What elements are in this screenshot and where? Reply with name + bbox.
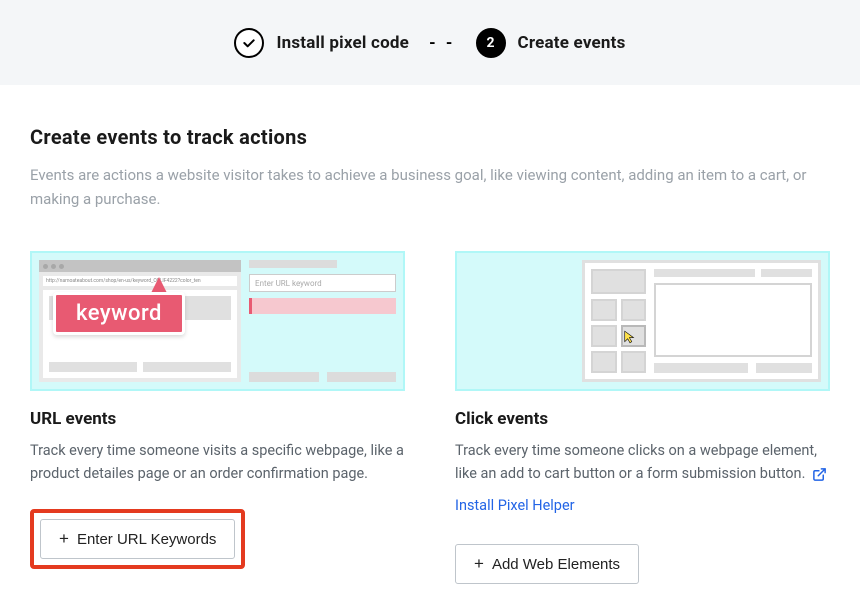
- step-number-icon: 2: [476, 28, 506, 58]
- button-label: Enter URL Keywords: [77, 531, 217, 548]
- external-link-icon[interactable]: [812, 467, 827, 482]
- click-events-title: Click events: [455, 409, 830, 429]
- plus-icon: +: [474, 554, 484, 574]
- step-label: Create events: [518, 33, 626, 53]
- url-events-illustration: http://namoateabout.com/shop/en-us/keywo…: [30, 251, 405, 391]
- click-events-card: Click events Track every time someone cl…: [455, 251, 830, 584]
- click-events-illustration: [455, 251, 830, 391]
- url-events-card: http://namoateabout.com/shop/en-us/keywo…: [30, 251, 405, 584]
- illustration-input: Enter URL keyword: [249, 274, 396, 292]
- url-events-title: URL events: [30, 409, 405, 429]
- keyword-tag: keyword: [53, 292, 185, 335]
- install-pixel-helper-link[interactable]: Install Pixel Helper: [455, 497, 830, 514]
- click-events-description: Track every time someone clicks on a web…: [455, 439, 830, 485]
- illustration-url-bar: http://namoateabout.com/shop/en-us/keywo…: [43, 276, 237, 286]
- cards-row: http://namoateabout.com/shop/en-us/keywo…: [30, 251, 830, 584]
- enter-url-keywords-button[interactable]: + Enter URL Keywords: [40, 519, 235, 559]
- highlighted-action: + Enter URL Keywords: [30, 509, 245, 569]
- checkmark-circle-icon: [234, 28, 264, 58]
- add-web-elements-button[interactable]: + Add Web Elements: [455, 544, 639, 584]
- main-panel: Create events to track actions Events ar…: [0, 85, 860, 614]
- wizard-stepper: Install pixel code - - 2 Create events: [0, 0, 860, 85]
- cursor-icon: [623, 329, 637, 348]
- step-separator: - -: [429, 33, 455, 52]
- step-label: Install pixel code: [276, 33, 409, 53]
- step-create-events[interactable]: 2 Create events: [476, 28, 626, 58]
- button-label: Add Web Elements: [492, 556, 620, 573]
- step-install-pixel[interactable]: Install pixel code: [234, 28, 409, 58]
- plus-icon: +: [59, 529, 69, 549]
- section-title: Create events to track actions: [30, 125, 830, 149]
- section-description: Events are actions a website visitor tak…: [30, 163, 810, 211]
- url-events-description: Track every time someone visits a specif…: [30, 439, 405, 485]
